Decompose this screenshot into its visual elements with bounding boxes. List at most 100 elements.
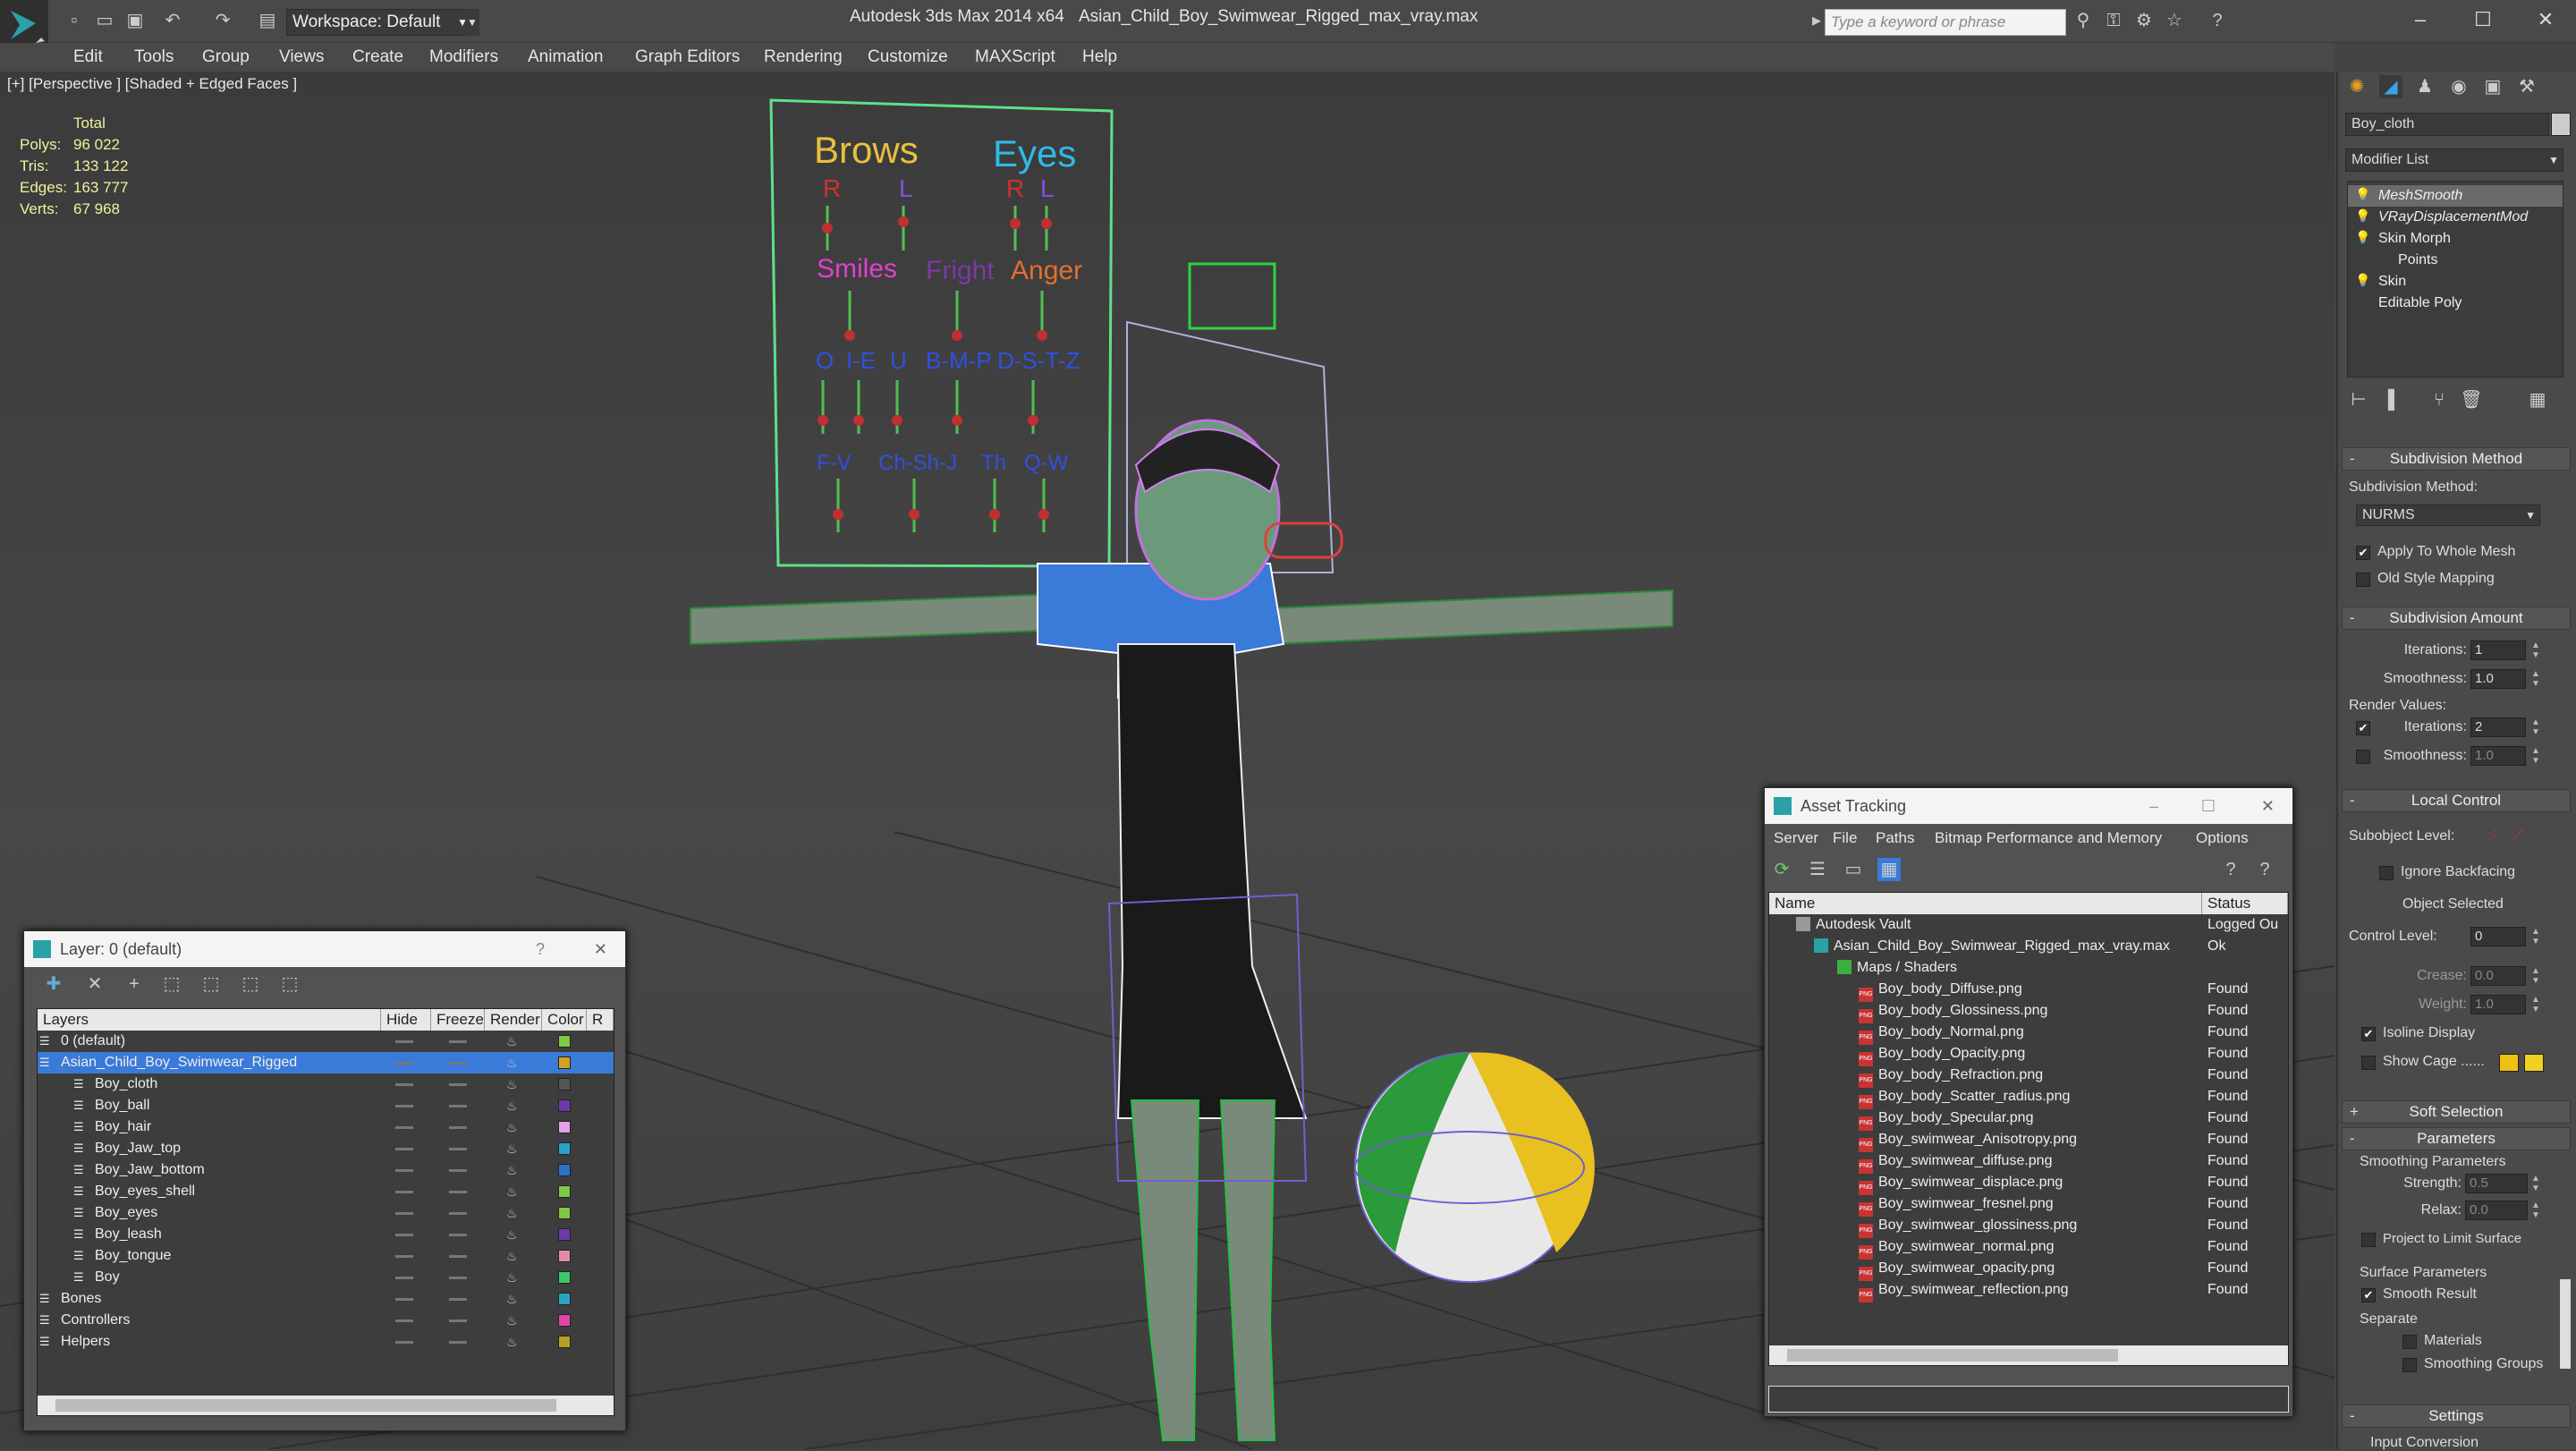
asset-row[interactable]: PNG Boy_body_Opacity.png Found (1769, 1043, 2288, 1066)
redo-icon[interactable]: ↷ (211, 9, 234, 32)
hide-toggle[interactable] (395, 1040, 413, 1043)
scroll-thumb[interactable] (55, 1399, 556, 1412)
menu-views[interactable]: Views (279, 43, 324, 72)
asset-path-field[interactable] (1768, 1386, 2289, 1413)
maximize-icon[interactable]: ☐ (2456, 4, 2510, 36)
highlight-icon[interactable]: ⬚ (199, 972, 223, 996)
layer-row[interactable]: ☰ Boy_cloth ♨ (38, 1073, 614, 1095)
layer-color-swatch[interactable] (558, 1207, 571, 1219)
freeze-toggle[interactable] (449, 1212, 467, 1215)
show-cage-checkbox[interactable] (2361, 1056, 2376, 1070)
materials-checkbox[interactable] (2402, 1335, 2417, 1349)
subdivision-method-dropdown[interactable]: NURMS ▼ (2356, 505, 2540, 526)
show-end-result-icon[interactable]: ▌ (2383, 388, 2406, 412)
hide-toggle[interactable] (395, 1126, 413, 1129)
object-name-field[interactable]: Boy_cloth (2345, 113, 2549, 136)
layer-row[interactable]: ☰ Boy_ball ♨ (38, 1095, 614, 1116)
modifier-points[interactable]: Points (2348, 250, 2563, 271)
search-input[interactable]: Type a keyword or phrase (1825, 9, 2066, 36)
layer-color-swatch[interactable] (558, 1078, 571, 1090)
layer-color-swatch[interactable] (558, 1271, 571, 1284)
asset-row[interactable]: PNG Boy_body_Specular.png Found (1769, 1107, 2288, 1131)
render-smoothness-input[interactable]: 1.0 (2470, 746, 2526, 766)
spinner-icon[interactable]: ▲ ▼ (2529, 641, 2542, 660)
close-icon[interactable]: ✕ (594, 931, 607, 967)
ignore-backfacing-checkbox[interactable] (2379, 866, 2394, 880)
edge-subobject-icon[interactable]: ⟋ (2513, 825, 2525, 844)
menu-create[interactable]: Create (352, 43, 403, 72)
spinner-icon[interactable]: ▲ ▼ (2529, 669, 2542, 689)
asset-row[interactable]: PNG Boy_swimwear_Anisotropy.png Found (1769, 1129, 2288, 1152)
render-iterations-checkbox[interactable]: ✔ (2356, 721, 2370, 735)
project-limit-checkbox[interactable] (2361, 1233, 2376, 1247)
layer-row[interactable]: ☰ Controllers ♨ (38, 1310, 614, 1331)
subdivision-method-rollout[interactable]: - Subdivision Method (2342, 447, 2571, 471)
layer-color-swatch[interactable] (558, 1056, 571, 1069)
col-freeze[interactable]: Freeze (431, 1009, 485, 1031)
configure-sets-icon[interactable]: ▦ (2526, 388, 2549, 412)
freeze-toggle[interactable] (449, 1255, 467, 1258)
layer-window-titlebar[interactable]: Layer: 0 (default) ? ✕ (24, 931, 625, 967)
col-color[interactable]: Color (542, 1009, 587, 1031)
asset-row[interactable]: Asian_Child_Boy_Swimwear_Rigged_max_vray… (1769, 936, 2288, 957)
asset-row[interactable]: PNG Boy_body_Diffuse.png Found (1769, 979, 2288, 1002)
render-teapot-icon[interactable]: ♨ (506, 1052, 518, 1073)
spinner-icon[interactable]: ▲ ▼ (2529, 746, 2542, 766)
modifier-skin-morph[interactable]: Skin Morph (2348, 228, 2563, 250)
asset-row[interactable]: PNG Boy_swimwear_reflection.png Found (1769, 1279, 2288, 1303)
workspace-dropdown[interactable]: Workspace: Default ▼ (286, 9, 474, 36)
layer-color-swatch[interactable] (558, 1164, 571, 1176)
hide-toggle[interactable] (395, 1169, 413, 1172)
layer-row[interactable]: ☰ Boy_hair ♨ (38, 1116, 614, 1138)
asset-menu-bitmap[interactable]: Bitmap Performance and Memory (1935, 824, 2162, 853)
create-layer-icon[interactable]: ✚ (42, 972, 65, 996)
layer-color-swatch[interactable] (558, 1250, 571, 1262)
menu-help[interactable]: Help (1082, 43, 1117, 72)
menu-animation[interactable]: Animation (528, 43, 604, 72)
asset-row[interactable]: PNG Boy_body_Scatter_radius.png Found (1769, 1086, 2288, 1109)
smooth-result-checkbox[interactable]: ✔ (2361, 1288, 2376, 1303)
smoothing-groups-checkbox[interactable] (2402, 1358, 2417, 1372)
help-icon[interactable]: ? (2206, 9, 2229, 32)
object-color-swatch[interactable] (2551, 113, 2571, 136)
asset-row[interactable]: Maps / Shaders (1769, 957, 2288, 979)
hide-toggle[interactable] (395, 1083, 413, 1086)
menu-customize[interactable]: Customize (868, 43, 948, 72)
hide-toggle[interactable] (395, 1191, 413, 1193)
menu-graph-editors[interactable]: Graph Editors (635, 43, 740, 72)
add-to-layer-icon[interactable]: + (123, 972, 146, 996)
layer-row[interactable]: ☰ Bones ♨ (38, 1288, 614, 1310)
bulb-icon[interactable]: 💡 (2355, 187, 2370, 202)
apply-whole-mesh-checkbox[interactable]: ✔ (2356, 546, 2370, 560)
isoline-display-checkbox[interactable]: ✔ (2361, 1027, 2376, 1041)
viewport-label[interactable]: [+] [Perspective ] [Shaded + Edged Faces… (7, 75, 297, 93)
utilities-tab-icon[interactable]: ⚒ (2515, 75, 2538, 98)
layer-row[interactable]: ☰ Boy_eyes ♨ (38, 1202, 614, 1224)
asset-row[interactable]: PNG Boy_swimwear_glossiness.png Found (1769, 1215, 2288, 1238)
layer-row[interactable]: ☰ Boy ♨ (38, 1267, 614, 1288)
render-teapot-icon[interactable]: ♨ (506, 1073, 518, 1095)
undo-icon[interactable]: ↶ (161, 9, 184, 32)
weight-input[interactable]: 1.0 (2470, 995, 2526, 1014)
layer-color-swatch[interactable] (558, 1336, 571, 1348)
asset-hscrollbar[interactable] (1769, 1345, 2288, 1365)
render-iterations-input[interactable]: 2 (2470, 717, 2526, 737)
delete-layer-icon[interactable]: ✕ (83, 972, 106, 996)
parameters-rollout[interactable]: - Parameters (2342, 1127, 2571, 1150)
old-style-mapping-checkbox[interactable] (2356, 573, 2370, 587)
asset-row[interactable]: PNG Boy_swimwear_normal.png Found (1769, 1236, 2288, 1260)
layer-row[interactable]: ☰ Boy_Jaw_top ♨ (38, 1138, 614, 1159)
freeze-toggle[interactable] (449, 1083, 467, 1086)
render-teapot-icon[interactable]: ♨ (506, 1095, 518, 1116)
smoothness-input[interactable]: 1.0 (2470, 669, 2526, 689)
asset-row[interactable]: PNG Boy_body_Refraction.png Found (1769, 1065, 2288, 1088)
layer-color-swatch[interactable] (558, 1314, 571, 1327)
render-teapot-icon[interactable]: ♨ (506, 1310, 518, 1331)
relax-input[interactable]: 0.0 (2465, 1201, 2528, 1220)
close-icon[interactable]: ✕ (2261, 788, 2275, 824)
binoculars-icon[interactable]: ⚲ (2072, 9, 2095, 32)
render-smoothness-checkbox[interactable] (2356, 750, 2370, 764)
render-teapot-icon[interactable]: ♨ (506, 1245, 518, 1267)
close-icon[interactable]: ✕ (2519, 4, 2572, 36)
hide-toggle[interactable] (395, 1255, 413, 1258)
